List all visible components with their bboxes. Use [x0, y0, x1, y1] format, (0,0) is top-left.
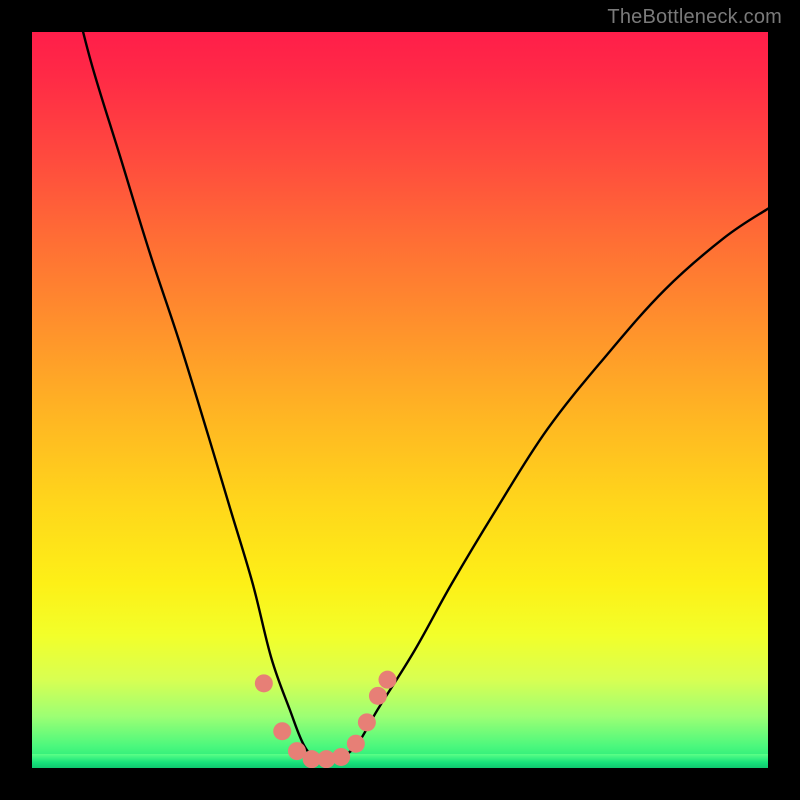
- curve-marker: [358, 713, 376, 731]
- plot-area: [32, 32, 768, 768]
- bottleneck-curve-svg: [32, 32, 768, 768]
- curve-marker: [255, 674, 273, 692]
- curve-marker: [347, 735, 365, 753]
- watermark-text: TheBottleneck.com: [607, 6, 782, 29]
- chart-frame: TheBottleneck.com: [0, 0, 800, 800]
- curve-marker: [332, 748, 350, 766]
- curve-markers-group: [255, 671, 397, 768]
- curve-marker: [378, 671, 396, 689]
- curve-marker: [369, 687, 387, 705]
- curve-marker: [273, 722, 291, 740]
- bottleneck-curve-path: [69, 32, 768, 763]
